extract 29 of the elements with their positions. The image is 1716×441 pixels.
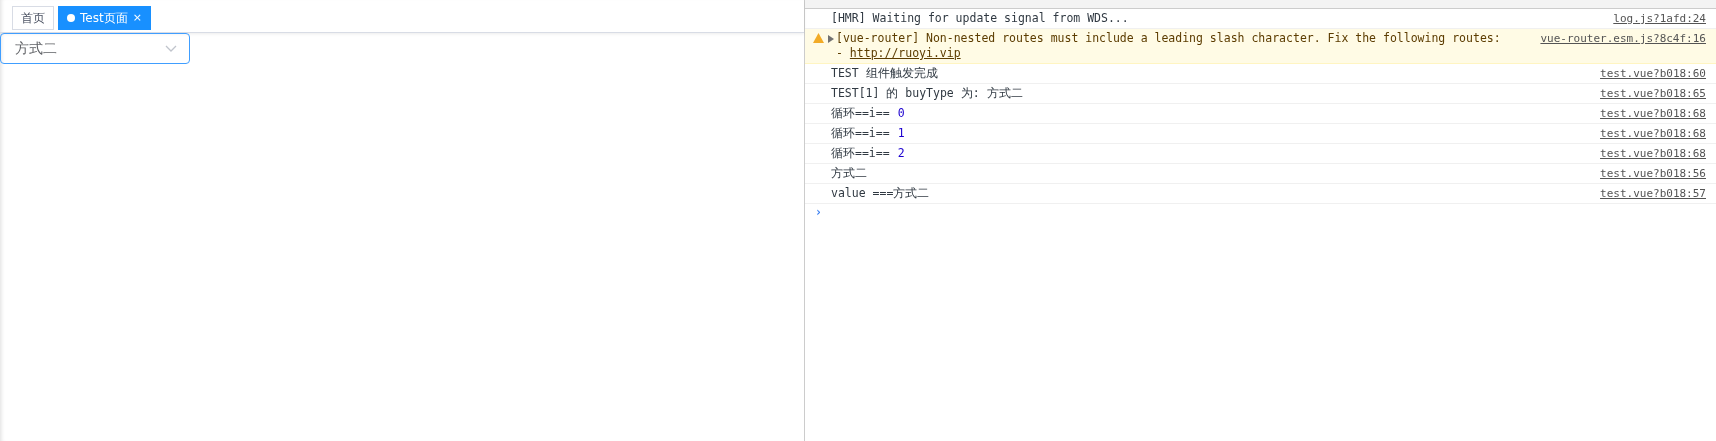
log-message: 循环==i== — [831, 106, 890, 121]
source-link[interactable]: test.vue?b018:65 — [1600, 86, 1706, 101]
chevron-down-icon — [165, 44, 177, 53]
source-link[interactable]: vue-router.esm.js?8c4f:16 — [1540, 31, 1706, 61]
source-link[interactable]: test.vue?b018:56 — [1600, 166, 1706, 181]
source-link[interactable]: test.vue?b018:68 — [1600, 126, 1706, 141]
source-link[interactable]: test.vue?b018:57 — [1600, 186, 1706, 201]
select-field[interactable]: 方式二 — [0, 33, 190, 64]
log-value: 2 — [897, 146, 905, 161]
source-link[interactable]: test.vue?b018:68 — [1600, 146, 1706, 161]
warning-message: [vue-router] Non-nested routes must include a leading slash character. Fix the following routes: - http://ruoyi.vip — [836, 31, 1501, 61]
active-dot-icon — [67, 14, 75, 22]
log-message: 方式二 — [831, 166, 867, 181]
log-value: 0 — [897, 106, 905, 121]
expand-arrow-icon[interactable] — [828, 35, 834, 43]
source-link[interactable]: test.vue?b018:60 — [1600, 66, 1706, 81]
log-message: 循环==i== — [831, 126, 890, 141]
log-message: TEST[1] 的 buyType 为: 方式二 — [831, 86, 1023, 101]
log-message: 循环==i== — [831, 146, 890, 161]
log-message: value ===方式二 — [831, 186, 930, 201]
log-value: 1 — [897, 126, 905, 141]
source-link[interactable]: test.vue?b018:68 — [1600, 106, 1706, 121]
source-link[interactable]: log.js?1afd:24 — [1613, 11, 1706, 26]
tab[interactable]: 首页 — [12, 6, 54, 30]
warning-icon — [813, 33, 824, 43]
console-prompt: › — [814, 205, 822, 219]
log-message: TEST 组件触发完成 — [831, 66, 938, 81]
log-message: [HMR] Waiting for update signal from WDS... — [831, 11, 1129, 26]
link[interactable]: http://ruoyi.vip — [849, 46, 961, 60]
